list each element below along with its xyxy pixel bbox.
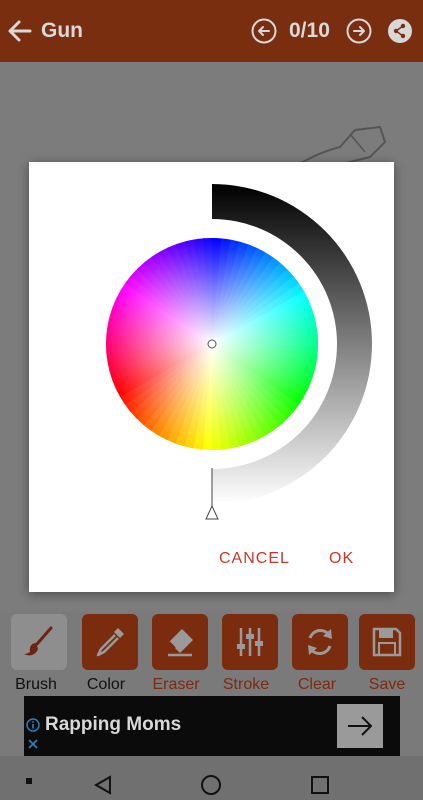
eyedropper-icon	[96, 628, 124, 657]
ok-button[interactable]: OK	[329, 550, 354, 568]
ad-open-button[interactable]	[337, 704, 383, 748]
app-bar: Gun 0/10	[0, 0, 423, 62]
brush-icon	[24, 626, 53, 656]
recent-dot-icon[interactable]	[24, 776, 34, 786]
tool-bar: Brush Color Eraser Stroke Clear Save	[0, 612, 423, 696]
next-arrow-icon[interactable]	[346, 18, 372, 44]
page-title: Gun	[41, 19, 83, 42]
color-label: Color	[86, 676, 126, 693]
clear-label: Clear	[297, 676, 337, 693]
color-button[interactable]	[82, 614, 138, 670]
color-picker-graphic	[106, 184, 372, 520]
arrow-right-icon	[348, 716, 373, 736]
share-icon[interactable]	[387, 18, 413, 44]
stroke-label: Stroke	[222, 676, 270, 693]
floppy-icon	[372, 627, 402, 657]
save-button[interactable]	[359, 614, 415, 670]
close-icon[interactable]	[26, 737, 40, 751]
ad-title[interactable]: Rapping Moms	[45, 714, 181, 736]
overview-square-icon[interactable]	[310, 775, 330, 795]
cancel-button[interactable]: CANCEL	[219, 550, 290, 568]
eraser-button[interactable]	[152, 614, 208, 670]
eraser-label: Eraser	[152, 676, 200, 693]
system-navigation-bar	[0, 756, 423, 800]
home-circle-icon[interactable]	[200, 774, 222, 796]
back-triangle-icon[interactable]	[92, 774, 114, 796]
color-selector-handle[interactable]	[207, 339, 217, 349]
refresh-icon	[308, 629, 332, 655]
eraser-icon	[168, 629, 193, 657]
stroke-button[interactable]	[222, 614, 278, 670]
brush-label: Brush	[15, 676, 57, 693]
brush-button[interactable]	[11, 614, 67, 670]
page-counter: 0/10	[289, 19, 330, 42]
save-label: Save	[368, 676, 406, 693]
sliders-icon	[237, 628, 263, 656]
value-slider-pointer[interactable]	[205, 504, 219, 520]
ad-banner[interactable]: Rapping Moms	[24, 696, 400, 756]
clear-button[interactable]	[292, 614, 348, 670]
info-icon[interactable]	[26, 718, 40, 732]
previous-arrow-icon[interactable]	[251, 18, 277, 44]
color-picker-dialog: CANCEL OK	[29, 162, 394, 592]
back-arrow-icon[interactable]	[6, 17, 34, 45]
